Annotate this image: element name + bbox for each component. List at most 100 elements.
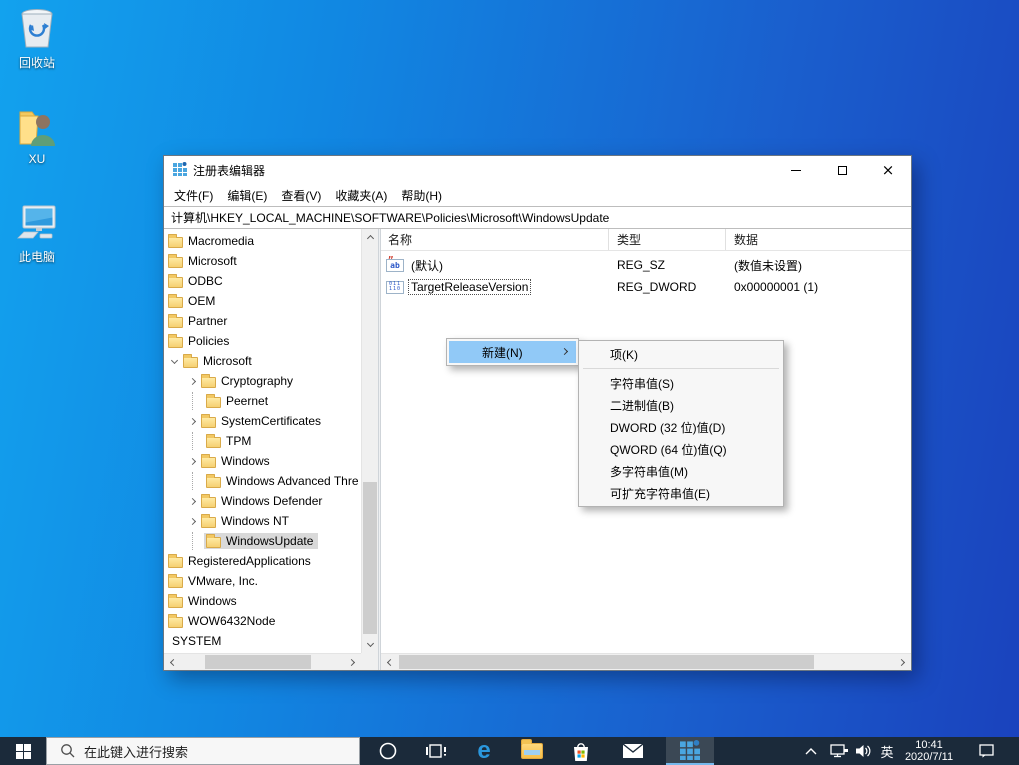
tree-item[interactable]: RegisteredApplications (164, 551, 361, 571)
scrollbar-thumb[interactable] (205, 655, 311, 669)
tree-vertical-scrollbar[interactable] (361, 229, 378, 653)
tree-item-label: Policies (188, 334, 230, 348)
submenu-item[interactable]: 字符串值(S) (581, 372, 781, 394)
scroll-right-arrow[interactable] (895, 654, 911, 670)
registry-tree: Macromedia Microsoft ODBC OEM Partner Policie… (164, 231, 361, 653)
title-bar[interactable]: 注册表编辑器 × (164, 156, 911, 184)
tree-item[interactable]: Macromedia (164, 231, 361, 251)
edge-button[interactable]: e (460, 737, 508, 765)
maximize-button[interactable] (819, 156, 865, 184)
tree-item[interactable]: WOW6432Node (164, 611, 361, 631)
submenu-item[interactable]: QWORD (64 位)值(Q) (581, 438, 781, 460)
tree-item[interactable]: ODBC (164, 271, 361, 291)
values-horizontal-scrollbar[interactable] (381, 653, 911, 670)
clock-time: 10:41 (915, 739, 943, 751)
registry-editor-taskbar-button[interactable] (666, 737, 714, 765)
ime-indicator[interactable]: 英 (876, 737, 898, 765)
tree-item[interactable]: Windows (164, 451, 361, 471)
scroll-down-arrow[interactable] (362, 637, 378, 653)
scroll-up-arrow[interactable] (362, 229, 378, 245)
menubar-item[interactable]: 查看(V) (274, 184, 328, 207)
tree-item[interactable]: Partner (164, 311, 361, 331)
action-center-icon (978, 744, 994, 758)
registry-editor-icon (680, 740, 700, 760)
tray-overflow-button[interactable] (800, 737, 822, 765)
tree-item[interactable]: Windows NT (164, 511, 361, 531)
recycle-bin-icon (0, 6, 74, 50)
expander-icon[interactable] (186, 371, 199, 391)
task-view-button[interactable] (412, 737, 460, 765)
store-button[interactable] (557, 737, 605, 765)
tree-item[interactable]: SystemCertificates (164, 411, 361, 431)
tree-item[interactable]: Microsoft (164, 251, 361, 271)
column-header-name[interactable]: 名称 (381, 229, 609, 250)
expander-icon[interactable] (186, 451, 199, 471)
submenu-item[interactable]: 多字符串值(M) (581, 460, 781, 482)
desktop-icon-recycle-bin[interactable]: 回收站 (0, 6, 74, 71)
tray-clock[interactable]: 10:41 2020/7/11 (898, 737, 960, 765)
tree-item[interactable]: SYSTEM (164, 631, 361, 651)
tree-item[interactable]: WindowsUpdate (164, 531, 361, 551)
address-bar[interactable]: 计算机\HKEY_LOCAL_MACHINE\SOFTWARE\Policies… (164, 206, 911, 229)
scrollbar-thumb[interactable] (363, 482, 377, 634)
tree-item[interactable]: Peernet (164, 391, 361, 411)
tree-item-label: Cryptography (221, 374, 294, 388)
scroll-left-arrow[interactable] (164, 654, 180, 670)
menubar-item[interactable]: 收藏夹(A) (328, 184, 394, 207)
taskbar-search-box[interactable]: 在此键入进行搜索 (46, 737, 360, 765)
scroll-left-arrow[interactable] (381, 654, 397, 670)
scrollbar-thumb[interactable] (399, 655, 814, 669)
tree-item[interactable]: Policies (164, 331, 361, 351)
tree-item[interactable]: OEM (164, 291, 361, 311)
start-button[interactable] (0, 737, 46, 765)
value-row[interactable]: ab (默认) REG_SZ (数值未设置) (381, 254, 911, 276)
submenu-item[interactable]: 项(K) (581, 343, 781, 365)
menubar-item[interactable]: 帮助(H) (394, 184, 449, 207)
menubar-item[interactable]: 编辑(E) (220, 184, 274, 207)
minimize-button[interactable] (773, 156, 819, 184)
value-row[interactable]: 011 110 TargetReleaseVersion REG_DWORD 0x000… (381, 276, 911, 298)
expander-icon[interactable] (186, 511, 199, 531)
mail-icon (622, 743, 644, 758)
tree-item-label: WindowsUpdate (226, 534, 314, 548)
tree-item[interactable]: Windows Advanced Thre (164, 471, 361, 491)
tree-item[interactable]: VMware, Inc. (164, 571, 361, 591)
menubar-item[interactable]: 文件(F) (167, 184, 220, 207)
submenu-item[interactable]: 二进制值(B) (581, 394, 781, 416)
close-button[interactable]: × (865, 156, 911, 184)
clock-date: 2020/7/11 (904, 751, 954, 763)
volume-tray-button[interactable] (852, 737, 876, 765)
tree-item-label: Windows (221, 454, 270, 468)
expander-icon[interactable] (186, 491, 199, 511)
tree-item[interactable]: Windows Defender (164, 491, 361, 511)
submenu-item[interactable]: DWORD (32 位)值(D) (581, 416, 781, 438)
context-menu-item-new[interactable]: 新建(N) (449, 341, 576, 363)
column-header-data[interactable]: 数据 (726, 229, 911, 250)
tree-item[interactable]: Cryptography (164, 371, 361, 391)
expander-icon[interactable] (168, 351, 181, 371)
network-tray-button[interactable] (826, 737, 852, 765)
desktop-icon-user-folder[interactable]: XU (0, 104, 74, 166)
tree-item[interactable]: Windows (164, 591, 361, 611)
cortana-button[interactable] (364, 737, 412, 765)
file-explorer-button[interactable] (508, 737, 556, 765)
tree-item-label: RegisteredApplications (188, 554, 311, 568)
folder-icon (206, 393, 221, 408)
tree-item-label: Macromedia (188, 234, 255, 248)
tree-connector-line (192, 532, 204, 550)
menu-separator (583, 368, 779, 369)
regedit-window: 注册表编辑器 × 文件(F) 编辑(E) 查看(V) 收藏夹(A) 帮助(H) 计算机\… (163, 155, 912, 671)
expander-icon[interactable] (186, 411, 199, 431)
desktop: 回收站 XU 此电脑 注册表编辑器 × 文件(F) 编辑(E) 查看(V) 收藏… (0, 0, 1019, 765)
action-center-button[interactable] (964, 737, 1008, 765)
tree-item[interactable]: Microsoft (164, 351, 361, 371)
tree-item[interactable]: TPM (164, 431, 361, 451)
folder-icon (168, 553, 183, 568)
tree-horizontal-scrollbar[interactable] (164, 653, 361, 670)
submenu-item[interactable]: 可扩充字符串值(E) (581, 482, 781, 504)
mail-button[interactable] (609, 737, 657, 765)
registry-editor-icon (173, 161, 187, 179)
column-header-type[interactable]: 类型 (609, 229, 726, 250)
desktop-icon-this-pc[interactable]: 此电脑 (0, 200, 74, 265)
scroll-right-arrow[interactable] (345, 654, 361, 670)
